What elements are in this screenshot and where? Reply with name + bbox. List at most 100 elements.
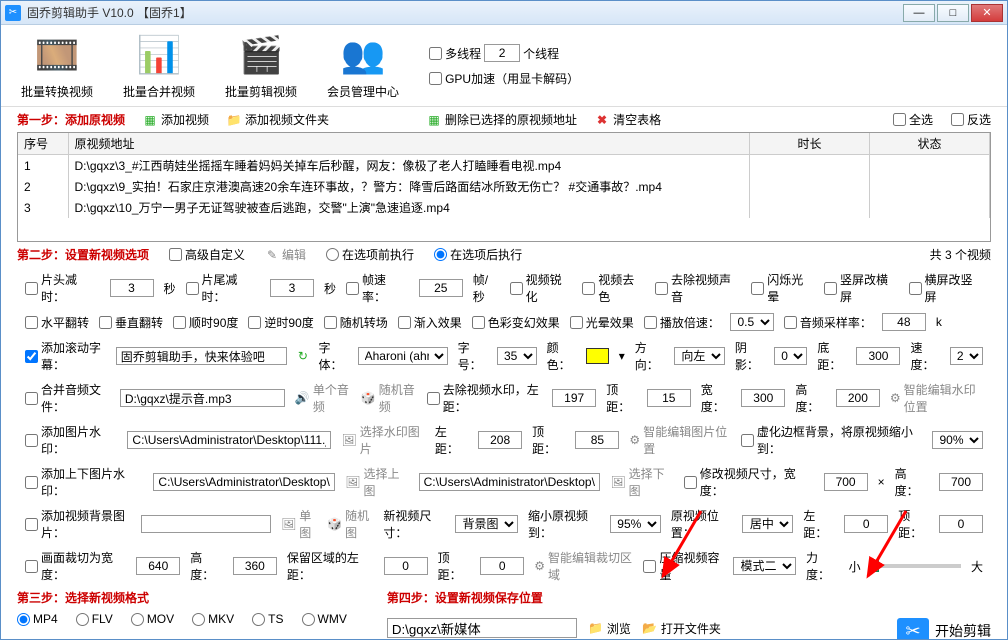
- head-trim-checkbox[interactable]: 片头减时：: [25, 271, 100, 305]
- select-bot-img-button[interactable]: 🖼选择下图: [610, 465, 673, 499]
- shrink-select[interactable]: 95%: [610, 515, 661, 533]
- crop-w-input[interactable]: [136, 557, 180, 575]
- minimize-button[interactable]: —: [903, 4, 935, 22]
- size-select[interactable]: 35: [497, 347, 537, 365]
- blur-border-checkbox[interactable]: 虚化边框背景，将原视频缩小到：: [741, 423, 922, 457]
- force-slider[interactable]: [871, 564, 961, 568]
- fps-input[interactable]: [419, 279, 463, 297]
- tb-bot-path-input[interactable]: [419, 473, 601, 491]
- tb-wm-checkbox[interactable]: 添加上下图片水印：: [25, 465, 143, 499]
- compress-checkbox[interactable]: 压缩视频容量: [643, 549, 723, 583]
- batch-merge-button[interactable]: 📊 批量合并视频: [123, 31, 195, 100]
- format-radio-mp4[interactable]: MP4: [17, 612, 58, 626]
- sample-checkbox[interactable]: 音频采样率：: [784, 314, 872, 331]
- refresh-icon[interactable]: ↻: [297, 349, 308, 363]
- single-img-button[interactable]: 🖼单图: [281, 507, 317, 541]
- colorfx-checkbox[interactable]: 色彩变幻效果: [472, 314, 560, 331]
- img-wm-checkbox[interactable]: 添加图片水印：: [25, 423, 117, 457]
- speed-select[interactable]: 0.5: [730, 313, 774, 331]
- tail-trim-checkbox[interactable]: 片尾减时：: [186, 271, 261, 305]
- format-radio-mov[interactable]: MOV: [131, 612, 174, 626]
- batch-edit-button[interactable]: 🎬 批量剪辑视频: [225, 31, 297, 100]
- scroll-sub-checkbox[interactable]: 添加滚动字幕：: [25, 339, 106, 373]
- new-size-select[interactable]: 背景图: [455, 515, 518, 533]
- blur-select[interactable]: 90%: [932, 431, 983, 449]
- sample-input[interactable]: [882, 313, 926, 331]
- random-trans-checkbox[interactable]: 随机转场: [324, 314, 388, 331]
- close-button[interactable]: ✕: [971, 4, 1003, 22]
- head-trim-input[interactable]: [110, 279, 154, 297]
- remove-wm-checkbox[interactable]: 去除视频水印，左距：: [427, 381, 542, 415]
- resize-checkbox[interactable]: 修改视频尺寸，宽度：: [684, 465, 814, 499]
- wm-left-input[interactable]: [552, 389, 596, 407]
- crop-checkbox[interactable]: 画面裁切为宽度：: [25, 549, 126, 583]
- audio-path-input[interactable]: [120, 389, 285, 407]
- bg-img-path-input[interactable]: [141, 515, 271, 533]
- save-path-input[interactable]: [387, 618, 577, 638]
- keep-left-input[interactable]: [384, 557, 428, 575]
- h2v-checkbox[interactable]: 横屏改竖屏: [909, 271, 984, 305]
- select-top-img-button[interactable]: 🖼选择上图: [345, 465, 408, 499]
- single-audio-button[interactable]: 🔊单个音频: [295, 381, 351, 415]
- speed2-select[interactable]: 2: [950, 347, 983, 365]
- resize-h-input[interactable]: [939, 473, 983, 491]
- maximize-button[interactable]: □: [937, 4, 969, 22]
- exec-after-radio[interactable]: 在选项后执行: [434, 246, 522, 263]
- gpu-checkbox[interactable]: GPU加速（用显卡解码）: [429, 70, 579, 87]
- vflip-checkbox[interactable]: 垂直翻转: [99, 314, 163, 331]
- random-img-button[interactable]: 🎲随机图: [327, 507, 373, 541]
- invert-checkbox[interactable]: 反选: [951, 111, 991, 128]
- format-radio-wmv[interactable]: WMV: [302, 612, 347, 626]
- font-select[interactable]: Aharoni (ahr): [358, 347, 448, 365]
- sharpen-checkbox[interactable]: 视频锐化: [510, 271, 573, 305]
- v2h-checkbox[interactable]: 竖屏改横屏: [824, 271, 899, 305]
- keep-top-input[interactable]: [480, 557, 524, 575]
- crop-h-input[interactable]: [233, 557, 277, 575]
- add-video-button[interactable]: ▦ 添加视频: [143, 111, 209, 128]
- advanced-checkbox[interactable]: 高级自定义: [169, 246, 245, 263]
- glare-checkbox[interactable]: 闪烁光晕: [751, 271, 814, 305]
- video-table[interactable]: 序号 原视频地址 时长 状态 1D:\gqxz\3_#江西萌娃坐摇摇车睡着妈妈关…: [17, 132, 991, 242]
- select-all-checkbox[interactable]: 全选: [893, 111, 933, 128]
- format-radio-flv[interactable]: FLV: [76, 612, 113, 626]
- compress-select[interactable]: 模式二: [733, 557, 796, 575]
- pos-top-input[interactable]: [939, 515, 983, 533]
- img-wm-path-input[interactable]: [127, 431, 331, 449]
- chevron-down-icon[interactable]: ▾: [619, 349, 625, 363]
- bg-img-checkbox[interactable]: 添加视频背景图片：: [25, 507, 131, 541]
- format-radio-mkv[interactable]: MKV: [192, 612, 234, 626]
- merge-audio-checkbox[interactable]: 合并音频文件：: [25, 381, 110, 415]
- fps-checkbox[interactable]: 帧速率：: [346, 271, 409, 305]
- open-folder-button[interactable]: 📂 打开文件夹: [643, 620, 721, 637]
- smart-wm-button[interactable]: ⚙智能编辑水印位置: [890, 381, 983, 415]
- img-left-input[interactable]: [478, 431, 522, 449]
- wm-top-input[interactable]: [647, 389, 691, 407]
- thread-count-input[interactable]: [484, 44, 520, 62]
- format-radio-ts[interactable]: TS: [252, 612, 283, 626]
- select-wm-img-button[interactable]: 🖼选择水印图片: [341, 423, 424, 457]
- multithread-checkbox[interactable]: 多线程 个线程: [429, 44, 579, 62]
- gradual-checkbox[interactable]: 渐入效果: [398, 314, 462, 331]
- smart-img-button[interactable]: ⚙智能编辑图片位置: [629, 423, 730, 457]
- tb-top-path-input[interactable]: [153, 473, 335, 491]
- delete-selected-button[interactable]: ▦ 删除已选择的原视频地址: [427, 111, 577, 128]
- direction-select[interactable]: 向左: [674, 347, 725, 365]
- add-folder-button[interactable]: 📁 添加视频文件夹: [227, 111, 329, 128]
- decolor-checkbox[interactable]: 视频去色: [582, 271, 645, 305]
- remove-audio-checkbox[interactable]: 去除视频声音: [655, 271, 741, 305]
- resize-w-input[interactable]: [824, 473, 868, 491]
- table-row[interactable]: 2D:\gqxz\9_实拍！石家庄京港澳高速20余车连环事故，？警方：降雪后路面…: [18, 176, 990, 197]
- pos-left-input[interactable]: [844, 515, 888, 533]
- wm-h-input[interactable]: [836, 389, 880, 407]
- wm-w-input[interactable]: [741, 389, 785, 407]
- table-row[interactable]: 3D:\gqxz\10_万宁一男子无证驾驶被查后逃跑，交警"上演"急速追逐.mp…: [18, 197, 990, 218]
- img-top-input[interactable]: [575, 431, 619, 449]
- bottom-input[interactable]: [856, 347, 900, 365]
- smart-crop-button[interactable]: ⚙智能编辑裁切区域: [534, 549, 633, 583]
- ccw90-checkbox[interactable]: 逆时90度: [248, 314, 313, 331]
- pos-select[interactable]: 居中: [742, 515, 793, 533]
- exec-before-radio[interactable]: 在选项前执行: [326, 246, 414, 263]
- browse-button[interactable]: 📁 浏览: [589, 620, 631, 637]
- scroll-text-input[interactable]: [116, 347, 287, 365]
- color-swatch[interactable]: [586, 348, 609, 364]
